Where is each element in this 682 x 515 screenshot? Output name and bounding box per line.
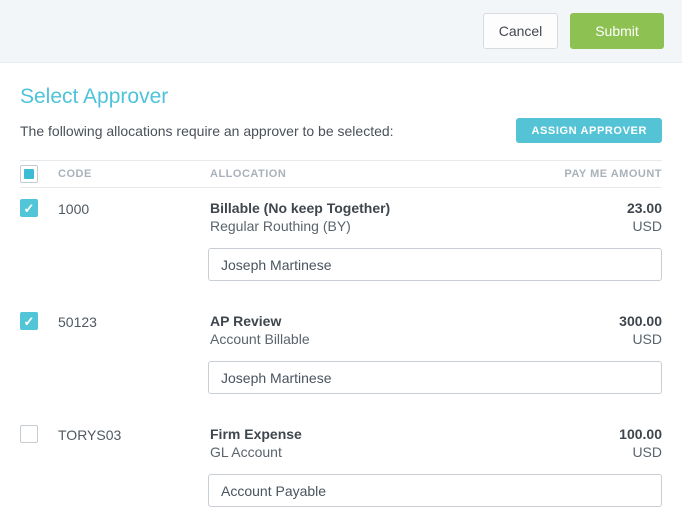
check-icon: ✓ [24,202,35,215]
table-row: ✓ 50123 AP Review Account Billable 300.0… [20,301,662,414]
amount-cell: 23.00 USD [542,199,662,235]
amount-value: 23.00 [542,199,662,217]
instruction-text: The following allocations require an app… [20,123,394,139]
page-title: Select Approver [20,84,662,109]
allocation-subtitle: GL Account [210,443,542,461]
approver-input[interactable] [208,474,662,507]
row-checkbox[interactable]: ✓ [20,425,38,443]
approver-input[interactable] [208,361,662,394]
select-all-checkbox[interactable] [20,165,38,183]
code-cell: 1000 [58,199,210,217]
allocation-cell: AP Review Account Billable [210,312,542,348]
code-cell: TORYS03 [58,425,210,443]
amount-currency: USD [542,330,662,348]
indeterminate-icon [24,169,34,179]
amount-cell: 300.00 USD [542,312,662,348]
allocation-cell: Firm Expense GL Account [210,425,542,461]
subtitle-row: The following allocations require an app… [20,118,662,143]
table-header: CODE ALLOCATION PAY ME AMOUNT [20,160,662,188]
assign-approver-button[interactable]: ASSIGN APPROVER [516,118,662,143]
column-header-amount: PAY ME AMOUNT [542,168,662,180]
select-approver-panel: Select Approver The following allocation… [0,84,682,515]
column-header-allocation: ALLOCATION [210,168,542,180]
amount-currency: USD [542,443,662,461]
column-header-code: CODE [58,168,210,180]
amount-value: 300.00 [542,312,662,330]
amount-value: 100.00 [542,425,662,443]
code-cell: 50123 [58,312,210,330]
amount-currency: USD [542,217,662,235]
allocation-title: AP Review [210,312,542,330]
check-icon: ✓ [24,315,35,328]
allocation-title: Billable (No keep Together) [210,199,542,217]
allocation-cell: Billable (No keep Together) Regular Rout… [210,199,542,235]
amount-cell: 100.00 USD [542,425,662,461]
allocation-subtitle: Regular Routhing (BY) [210,217,542,235]
allocation-subtitle: Account Billable [210,330,542,348]
row-checkbox[interactable]: ✓ [20,199,38,217]
approver-input[interactable] [208,248,662,281]
top-action-bar: Cancel Submit [0,0,682,63]
submit-button[interactable]: Submit [570,13,664,49]
allocation-title: Firm Expense [210,425,542,443]
row-checkbox[interactable]: ✓ [20,312,38,330]
table-rows: ✓ 1000 Billable (No keep Together) Regul… [20,188,662,515]
allocations-table: CODE ALLOCATION PAY ME AMOUNT ✓ 1000 Bil… [20,160,662,515]
table-row: ✓ TORYS03 Firm Expense GL Account 100.00… [20,414,662,515]
table-row: ✓ 1000 Billable (No keep Together) Regul… [20,188,662,301]
cancel-button[interactable]: Cancel [483,13,558,49]
